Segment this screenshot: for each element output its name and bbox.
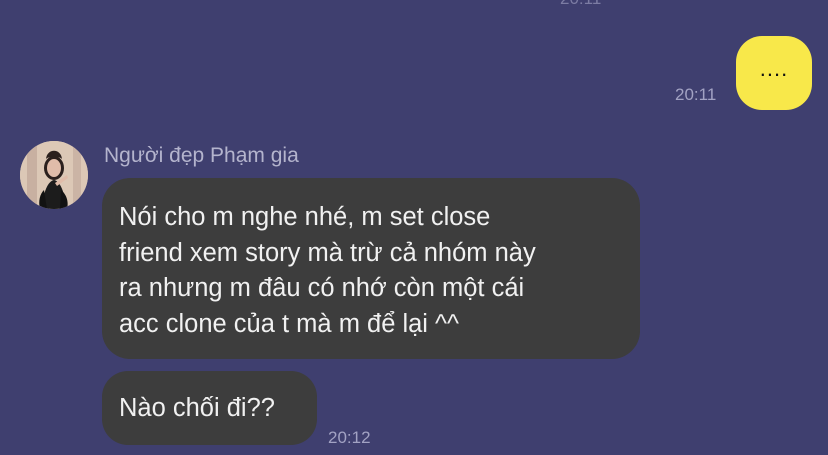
incoming-message-bubble[interactable]: Nào chối đi?? (102, 371, 317, 445)
incoming-message-text: Nào chối đi?? (119, 394, 275, 422)
sender-name: Người đẹp Phạm gia (104, 144, 299, 167)
message-line: friend xem story mà trừ cả nhóm này (119, 238, 536, 267)
outgoing-message-text: .... (759, 56, 789, 81)
incoming-message-timestamp: 20:12 (328, 428, 371, 447)
avatar-photo-icon (20, 141, 88, 209)
incoming-message-bubble[interactable]: Nói cho m nghe nhé, m set close friend x… (102, 178, 640, 359)
message-line: Nói cho m nghe nhé, m set close (119, 203, 491, 231)
message-line: acc clone của t mà m để lại ^^ (119, 309, 459, 338)
timestamp-top-cut: 20:11 (560, 0, 601, 9)
outgoing-message-timestamp: 20:11 (675, 85, 717, 104)
outgoing-message-bubble[interactable]: .... (736, 36, 812, 110)
message-line: ra nhưng m đâu có nhớ còn một cái (119, 274, 525, 302)
sender-avatar[interactable] (20, 141, 88, 209)
